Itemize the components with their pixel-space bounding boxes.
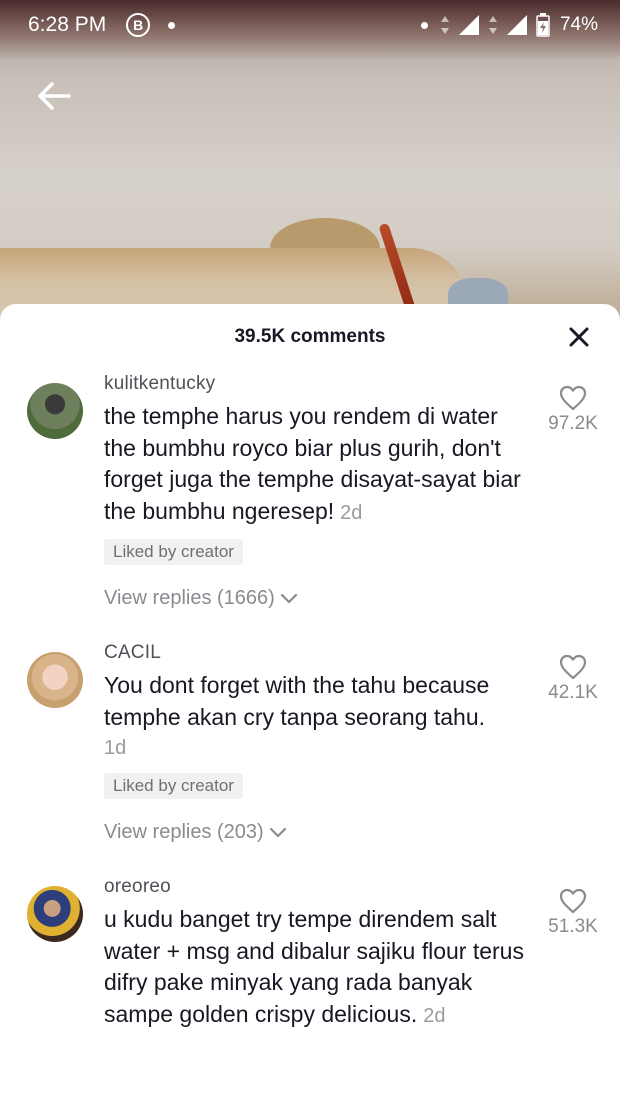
- status-right: 74%: [420, 13, 598, 37]
- comment-username[interactable]: kulitkentucky: [104, 373, 530, 395]
- comment-time: 2d: [423, 1004, 446, 1027]
- status-bar: 6:28 PM B 74%: [0, 0, 620, 50]
- data-arrows-icon-2: [488, 16, 497, 34]
- heart-outline-icon: [559, 385, 587, 411]
- like-count: 51.3K: [548, 916, 598, 937]
- like-button[interactable]: 42.1K: [540, 654, 606, 704]
- comment-text: u kudu banget try tempe direndem salt wa…: [104, 904, 530, 1032]
- liked-by-creator-badge: Liked by creator: [104, 539, 243, 565]
- like-button[interactable]: 51.3K: [540, 888, 606, 938]
- data-arrows-icon: [440, 16, 449, 34]
- comment-body: the temphe harus you rendem di water the…: [104, 403, 521, 524]
- comment-time: 2d: [340, 501, 363, 524]
- comment-username[interactable]: CACIL: [104, 642, 530, 664]
- view-replies-label: View replies (203): [104, 821, 264, 843]
- close-button[interactable]: [566, 324, 592, 350]
- signal-icon-2: [506, 15, 527, 35]
- notification-dot-icon: [168, 21, 176, 29]
- comment-item[interactable]: CACIL You dont forget with the tahu beca…: [0, 642, 620, 844]
- avatar[interactable]: [27, 886, 83, 942]
- view-replies-label: View replies (1666): [104, 587, 275, 609]
- comment-item[interactable]: oreoreo u kudu banget try tempe direndem…: [0, 876, 620, 1032]
- comment-text: the temphe harus you rendem di water the…: [104, 401, 530, 529]
- close-icon: [569, 327, 589, 347]
- chevron-down-icon: [280, 593, 297, 603]
- comments-sheet: 39.5K comments kulitkentucky the temphe …: [0, 304, 620, 1102]
- like-button[interactable]: 97.2K: [540, 385, 606, 435]
- view-replies-button[interactable]: View replies (203): [104, 821, 530, 844]
- status-dot-icon: [420, 21, 428, 29]
- arrow-left-icon: [38, 82, 71, 110]
- comments-header: 39.5K comments: [0, 304, 620, 370]
- back-button[interactable]: [34, 76, 74, 116]
- status-time: 6:28 PM: [28, 13, 107, 36]
- heart-outline-icon: [559, 654, 587, 680]
- chevron-down-icon: [269, 827, 286, 837]
- comment-item[interactable]: kulitkentucky the temphe harus you rende…: [0, 373, 620, 610]
- comment-body: You dont forget with the tahu because te…: [104, 672, 490, 730]
- signal-icon: [458, 15, 479, 35]
- like-count: 42.1K: [548, 682, 598, 703]
- comment-username[interactable]: oreoreo: [104, 876, 530, 898]
- avatar[interactable]: [27, 652, 83, 708]
- comment-time: 1d: [104, 737, 127, 759]
- comments-count-title: 39.5K comments: [234, 326, 386, 347]
- like-count: 97.2K: [548, 413, 598, 434]
- avatar[interactable]: [27, 383, 83, 439]
- view-replies-button[interactable]: View replies (1666): [104, 587, 530, 610]
- comment-body: u kudu banget try tempe direndem salt wa…: [104, 906, 524, 1027]
- battery-icon: [536, 13, 550, 37]
- business-badge-icon: B: [126, 13, 151, 37]
- liked-by-creator-badge: Liked by creator: [104, 773, 243, 799]
- heart-outline-icon: [559, 888, 587, 914]
- comment-text: You dont forget with the tahu because te…: [104, 670, 530, 763]
- battery-percent: 74%: [559, 14, 598, 35]
